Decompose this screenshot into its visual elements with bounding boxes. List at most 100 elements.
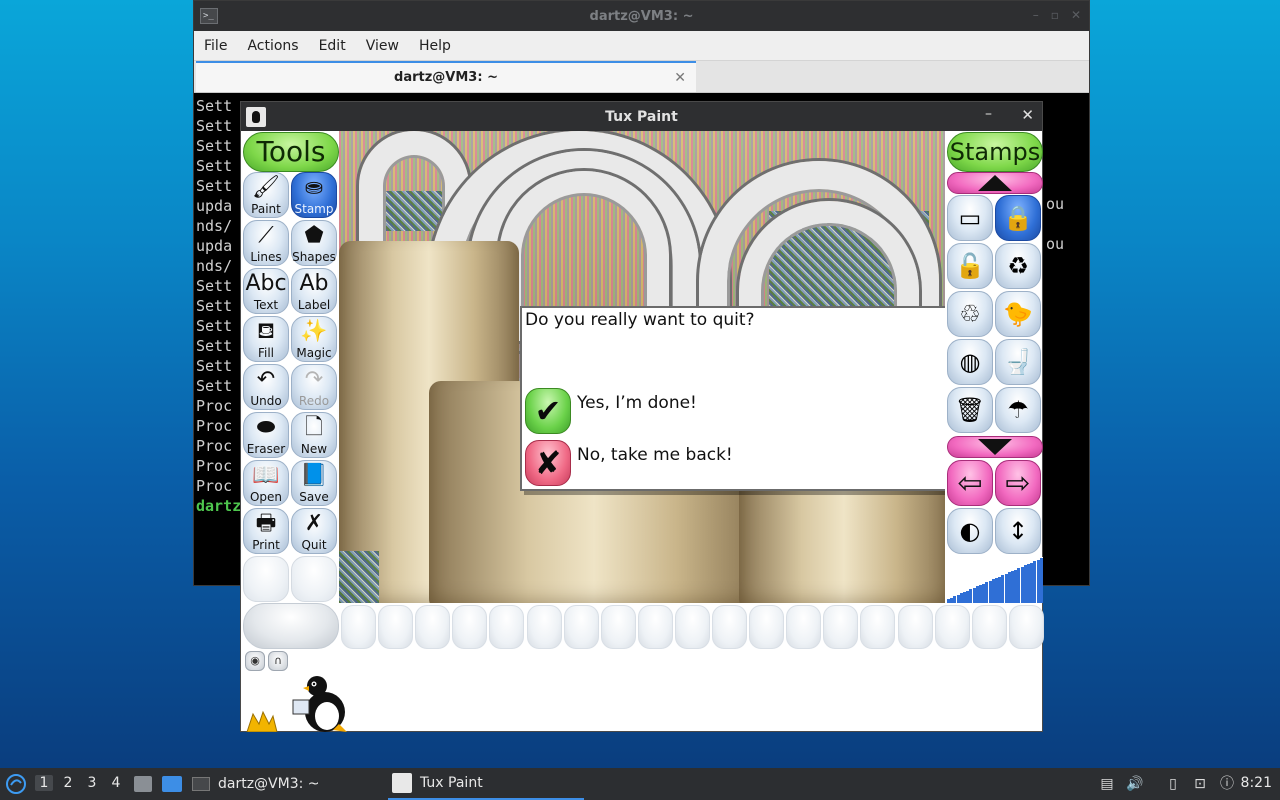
tool-stamp-button[interactable]: ⛂ Stamp [291, 172, 337, 218]
stamp-sound-button[interactable]: ◐ [947, 508, 993, 554]
tab-close-icon[interactable]: ✕ [674, 70, 686, 86]
close-icon[interactable]: ✕ [1021, 106, 1034, 124]
stamp-button[interactable]: ◍ [947, 339, 993, 385]
close-icon[interactable]: ✕ [1071, 8, 1081, 22]
tuxpaint-window[interactable]: Tux Paint – ✕ Tools 🖌 Paint ⛂ Stamp ⟋ Lines ⬟ S… [240, 101, 1044, 732]
color-swatch[interactable] [415, 605, 451, 649]
file-manager-launcher[interactable] [134, 768, 152, 800]
stamp-next-button[interactable]: ⇨ [995, 460, 1041, 506]
workspace-4[interactable]: 4 [107, 775, 125, 791]
tool-quit-button[interactable]: ✗ Quit [291, 508, 337, 554]
taskbar-task-label: dartz@VM3: ~ [218, 776, 320, 792]
tool-paint-button[interactable]: 🖌 Paint [243, 172, 289, 218]
minimize-icon[interactable]: – [985, 106, 992, 122]
tool-label-button[interactable]: Ab Label [291, 268, 337, 314]
volume-icon[interactable]: 🔊 [1126, 775, 1144, 793]
no-go-back-button[interactable]: ✘ [525, 440, 571, 486]
color-swatch[interactable] [452, 605, 488, 649]
stamp-button[interactable]: ▭ [947, 195, 993, 241]
no-go-back-label[interactable]: No, take me back! [577, 445, 733, 465]
tool-new-button[interactable]: 🗋 New [291, 412, 337, 458]
tool-label: New [300, 442, 328, 456]
pentagon-icon: ⬟ [304, 223, 324, 248]
menu-view[interactable]: View [356, 38, 409, 54]
stamp-flip-button[interactable]: ↕ [995, 508, 1041, 554]
stamp-icon: ⛂ [304, 175, 324, 200]
taskbar-task-terminal[interactable]: dartz@VM3: ~ [192, 768, 382, 800]
taskbar-task-tuxpaint[interactable]: Tux Paint [388, 768, 584, 800]
tuxpaint-titlebar[interactable]: Tux Paint – ✕ [241, 102, 1042, 131]
start-menu-button[interactable] [6, 768, 26, 800]
tool-open-button[interactable]: 📖 Open [243, 460, 289, 506]
color-swatch[interactable] [712, 605, 747, 649]
color-swatch[interactable] [341, 605, 376, 649]
color-swatch[interactable] [378, 605, 414, 649]
workspace-3[interactable]: 3 [83, 775, 101, 791]
current-color-button[interactable] [243, 603, 339, 649]
yes-quit-label[interactable]: Yes, I’m done! [577, 393, 697, 413]
stamp-prev-button[interactable]: ⇦ [947, 460, 993, 506]
headphones-icon[interactable]: ∩ [268, 651, 288, 671]
terminal-tab[interactable]: dartz@VM3: ~ ✕ [196, 61, 696, 92]
show-desktop-launcher[interactable] [162, 768, 182, 800]
stamp-button[interactable]: ☂ [995, 387, 1041, 433]
stamp-button[interactable]: 🔒 [995, 195, 1041, 241]
yes-quit-button[interactable]: ✔ [525, 388, 571, 434]
clipboard-icon[interactable]: ▤ [1098, 775, 1116, 793]
open-padlock-icon: 🔓 [955, 252, 985, 280]
color-swatch[interactable] [600, 605, 636, 649]
menu-edit[interactable]: Edit [309, 38, 356, 54]
tool-label: Text [253, 298, 279, 312]
speaker-icon[interactable]: ◉ [245, 651, 265, 671]
color-swatch[interactable] [823, 605, 859, 649]
stamp-button[interactable]: 🐤 [995, 291, 1041, 337]
stamp-button[interactable]: 🗑 [947, 387, 993, 433]
color-swatch[interactable] [934, 605, 970, 649]
workspace-2[interactable]: 2 [59, 775, 77, 791]
size-ramp-bar [1039, 558, 1043, 603]
color-swatch[interactable] [897, 605, 933, 649]
tool-undo-button[interactable]: ↶ Undo [243, 364, 289, 410]
color-swatch[interactable] [786, 605, 822, 649]
tool-eraser-button[interactable]: ⬬ Eraser [243, 412, 289, 458]
tool-fill-button[interactable]: ⛾ Fill [243, 316, 289, 362]
updates-icon[interactable]: ⓘ [1218, 775, 1236, 793]
stamps-scroll-up-button[interactable] [947, 172, 1043, 194]
maximize-icon[interactable]: ▫ [1051, 8, 1059, 22]
color-swatch[interactable] [637, 605, 673, 649]
stamp-button[interactable]: 🔓 [947, 243, 993, 289]
color-swatch[interactable] [1008, 605, 1044, 649]
workspace-1[interactable]: 1 [35, 775, 53, 791]
drawing-canvas[interactable]: Do you really want to quit? ✔ Yes, I’m d… [339, 131, 945, 603]
toilet-icon: 🚽 [1003, 348, 1033, 376]
menu-file[interactable]: File [194, 38, 237, 54]
magic-wand-icon: ✨ [300, 319, 328, 344]
notes-icon[interactable]: ▯ [1164, 775, 1182, 793]
tool-redo-button[interactable]: ↷ Redo [291, 364, 337, 410]
tool-save-button[interactable]: 📘 Save [291, 460, 337, 506]
stamp-button[interactable]: 🚽 [995, 339, 1041, 385]
minimize-icon[interactable]: – [1033, 8, 1039, 22]
color-swatch[interactable] [749, 605, 785, 649]
color-swatch[interactable] [971, 605, 1007, 649]
menu-actions[interactable]: Actions [237, 38, 308, 54]
stamp-size-slider[interactable] [947, 557, 1043, 603]
menu-help[interactable]: Help [409, 38, 461, 54]
stamps-scroll-down-button[interactable] [947, 436, 1043, 458]
tool-label: Open [249, 490, 283, 504]
terminal-titlebar[interactable]: >_ dartz@VM3: ~ – ▫ ✕ [194, 1, 1089, 31]
tool-lines-button[interactable]: ⟋ Lines [243, 220, 289, 266]
color-swatch[interactable] [860, 605, 896, 649]
tool-print-button[interactable]: 🖶 Print [243, 508, 289, 554]
tool-text-button[interactable]: Abc Text [243, 268, 289, 314]
color-swatch[interactable] [489, 605, 525, 649]
stamp-button[interactable]: ♲ [947, 291, 993, 337]
network-icon[interactable]: ⊡ [1191, 775, 1209, 793]
tool-magic-button[interactable]: ✨ Magic [291, 316, 337, 362]
color-swatch[interactable] [526, 605, 562, 649]
stamp-button[interactable]: ♻ [995, 243, 1041, 289]
tool-shapes-button[interactable]: ⬟ Shapes [291, 220, 337, 266]
speaker-icon: ◐ [959, 517, 981, 545]
color-swatch[interactable] [563, 605, 599, 649]
color-swatch[interactable] [674, 605, 710, 649]
